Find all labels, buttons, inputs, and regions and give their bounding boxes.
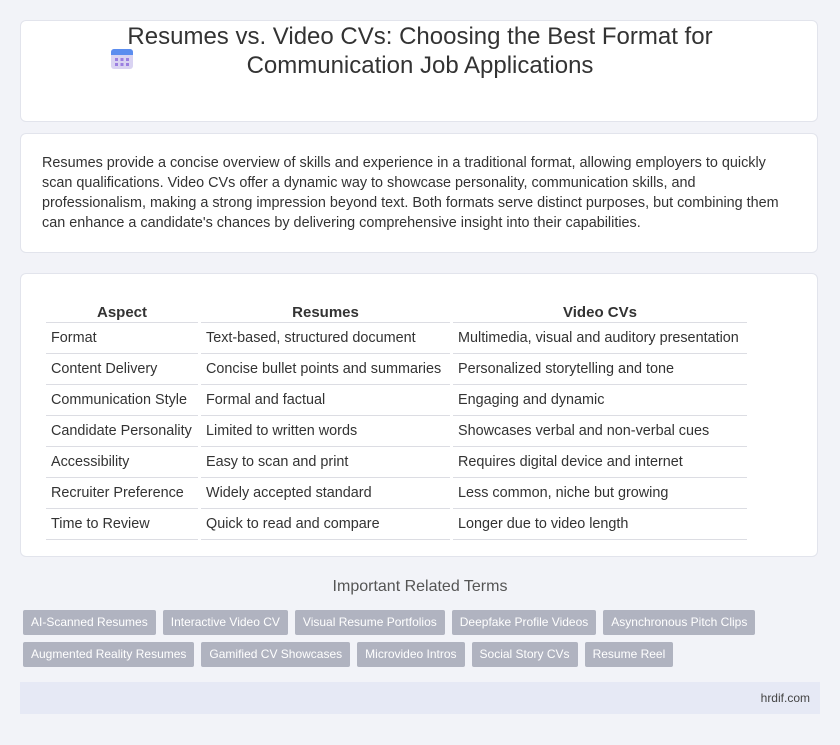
header-resumes: Resumes	[201, 295, 450, 323]
term-tag[interactable]: Visual Resume Portfolios	[294, 610, 445, 635]
table-cell-video-cvs: Less common, niche but growing	[453, 478, 747, 509]
page-title-line-1: Resumes vs. Video CVs: Choosing the Best…	[127, 23, 713, 50]
page-title-line-2: Communication Job Applications	[246, 52, 594, 79]
table-cell-aspect: Communication Style	[46, 385, 198, 416]
term-tag[interactable]: Social Story CVs	[471, 642, 578, 667]
related-terms-row-1: AI-Scanned Resumes Interactive Video CV …	[23, 610, 756, 635]
table-cell-resumes: Text-based, structured document	[201, 323, 450, 354]
table-cell-video-cvs: Longer due to video length	[453, 509, 747, 540]
table-cell-aspect: Recruiter Preference	[46, 478, 198, 509]
table-cell-aspect: Format	[46, 323, 198, 354]
header-aspect: Aspect	[46, 295, 198, 323]
term-tag[interactable]: Gamified CV Showcases	[201, 642, 351, 667]
table-cell-resumes: Concise bullet points and summaries	[201, 354, 450, 385]
table-cell-video-cvs: Requires digital device and internet	[453, 447, 747, 478]
term-tag[interactable]: Microvideo Intros	[357, 642, 465, 667]
table-cell-resumes: Easy to scan and print	[201, 447, 450, 478]
page-title: Resumes vs. Video CVs: Choosing the Best…	[0, 22, 840, 80]
table-cell-video-cvs: Engaging and dynamic	[453, 385, 747, 416]
table-cell-aspect: Candidate Personality	[46, 416, 198, 447]
term-tag[interactable]: Asynchronous Pitch Clips	[603, 610, 756, 635]
table-cell-resumes: Formal and factual	[201, 385, 450, 416]
related-terms-row-2: Augmented Reality Resumes Gamified CV Sh…	[23, 642, 674, 667]
intro-paragraph: Resumes provide a concise overview of sk…	[42, 155, 779, 231]
term-tag[interactable]: Resume Reel	[584, 642, 674, 667]
comparison-card: Aspect Resumes Video CVs Format Text-bas…	[20, 273, 818, 557]
comparison-table: Aspect Resumes Video CVs Format Text-bas…	[43, 295, 750, 540]
table-cell-aspect: Accessibility	[46, 447, 198, 478]
table-cell-video-cvs: Multimedia, visual and auditory presenta…	[453, 323, 747, 354]
table-row: Format Text-based, structured document M…	[46, 323, 747, 354]
related-terms-title: Important Related Terms	[332, 578, 508, 595]
term-tag[interactable]: Deepfake Profile Videos	[451, 610, 597, 635]
header-video-cvs: Video CVs	[453, 295, 747, 323]
table-cell-resumes: Limited to written words	[201, 416, 450, 447]
table-cell-video-cvs: Personalized storytelling and tone	[453, 354, 747, 385]
table-cell-aspect: Time to Review	[46, 509, 198, 540]
table-cell-resumes: Quick to read and compare	[201, 509, 450, 540]
intro-card: Resumes provide a concise overview of sk…	[20, 133, 818, 253]
term-tag[interactable]: Interactive Video CV	[162, 610, 288, 635]
table-row: Candidate Personality Limited to written…	[46, 416, 747, 447]
table-cell-video-cvs: Showcases verbal and non-verbal cues	[453, 416, 747, 447]
table-row: Time to Review Quick to read and compare…	[46, 509, 747, 540]
table-cell-aspect: Content Delivery	[46, 354, 198, 385]
table-row: Accessibility Easy to scan and print Req…	[46, 447, 747, 478]
term-tag[interactable]: Augmented Reality Resumes	[23, 642, 195, 667]
table-row: Communication Style Formal and factual E…	[46, 385, 747, 416]
footer: hrdif.com	[20, 682, 820, 714]
footer-site-link[interactable]: hrdif.com	[761, 691, 810, 705]
table-cell-resumes: Widely accepted standard	[201, 478, 450, 509]
table-row: Recruiter Preference Widely accepted sta…	[46, 478, 747, 509]
table-header-row: Aspect Resumes Video CVs	[46, 295, 747, 323]
term-tag[interactable]: AI-Scanned Resumes	[23, 610, 156, 635]
table-row: Content Delivery Concise bullet points a…	[46, 354, 747, 385]
